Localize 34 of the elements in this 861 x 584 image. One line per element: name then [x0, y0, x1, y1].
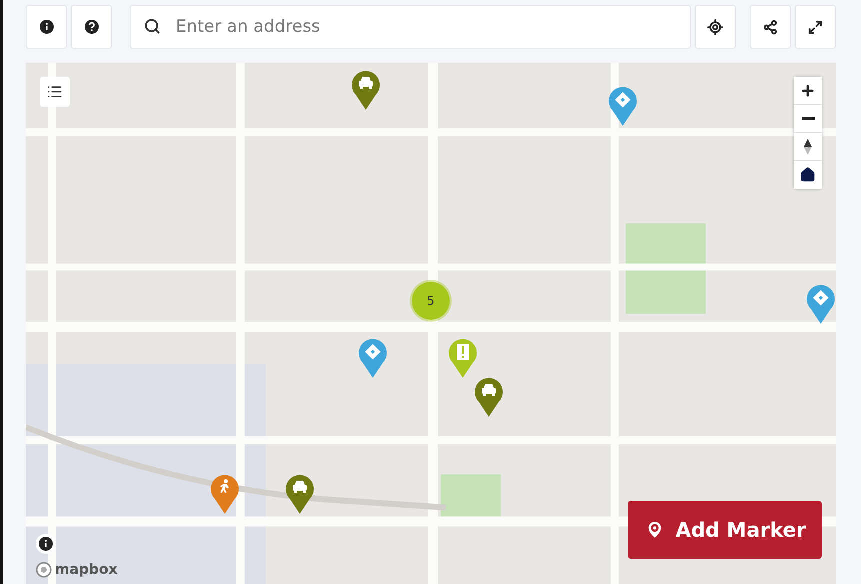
help-button[interactable] — [71, 5, 112, 49]
minus-icon — [802, 117, 814, 120]
compass-icon — [803, 138, 813, 154]
diamond-marker-icon[interactable] — [358, 338, 388, 378]
crosshair-icon — [707, 18, 724, 36]
help-icon — [84, 20, 98, 34]
zoom-in-button[interactable] — [794, 77, 822, 105]
diamond-marker-icon[interactable] — [806, 284, 836, 324]
expand-icon — [808, 20, 823, 34]
home-button[interactable] — [794, 161, 822, 189]
plus-icon — [800, 82, 816, 98]
share-button[interactable] — [750, 5, 791, 49]
car-marker-icon[interactable] — [351, 70, 382, 110]
list-icon — [47, 84, 63, 100]
search-field[interactable]: Enter an address — [130, 5, 691, 49]
logo-text: mapbox — [55, 562, 118, 578]
fullscreen-button[interactable] — [795, 5, 836, 49]
home-icon — [800, 167, 816, 183]
locate-button[interactable] — [695, 5, 736, 49]
info-icon — [39, 537, 53, 551]
search-icon — [144, 18, 161, 35]
add-marker-button[interactable]: Add Marker — [628, 501, 822, 559]
info-icon — [40, 20, 54, 34]
share-icon — [763, 20, 778, 34]
car-marker-icon[interactable] — [474, 377, 504, 418]
compass-button[interactable] — [794, 133, 822, 161]
person-marker-icon[interactable] — [210, 474, 240, 514]
alert-marker-icon[interactable] — [448, 338, 478, 378]
car-marker-icon[interactable] — [284, 474, 315, 514]
legend-button[interactable] — [40, 77, 70, 107]
diamond-marker-icon[interactable] — [608, 86, 638, 126]
info-button[interactable] — [26, 5, 67, 49]
zoom-out-button[interactable] — [794, 105, 822, 133]
logo-icon — [36, 562, 52, 578]
